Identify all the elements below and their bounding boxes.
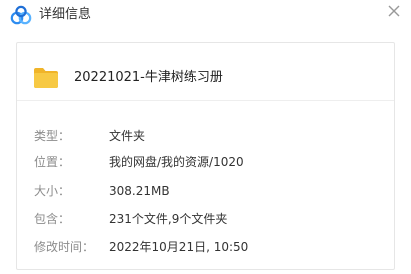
- details-panel: 20221021-牛津树练习册 类型： 文件夹 位置： 我的网盘/我的资源/10…: [16, 42, 395, 270]
- detail-value: 2022年10月21日, 10:50: [109, 240, 249, 254]
- close-icon[interactable]: [385, 2, 403, 20]
- detail-row-size: 大小： 308.21MB: [17, 182, 394, 200]
- detail-value: 231个文件,9个文件夹: [109, 212, 228, 226]
- detail-row-modified: 修改时间： 2022年10月21日, 10:50: [17, 238, 394, 256]
- detail-row-location: 位置： 我的网盘/我的资源/1020: [17, 153, 394, 171]
- folder-icon: [34, 68, 58, 88]
- detail-label: 修改时间：: [34, 240, 95, 254]
- file-header: 20221021-牛津树练习册: [17, 43, 394, 101]
- detail-value: 308.21MB: [109, 184, 170, 198]
- detail-value: 文件夹: [109, 129, 146, 143]
- detail-label: 包含：: [34, 212, 71, 226]
- folder-name: 20221021-牛津树练习册: [74, 70, 223, 85]
- detail-row-type: 类型： 文件夹: [17, 127, 394, 145]
- detail-label: 类型：: [34, 129, 71, 143]
- detail-row-contains: 包含： 231个文件,9个文件夹: [17, 210, 394, 228]
- title-bar: 详细信息: [0, 0, 411, 30]
- baidu-netdisk-logo-icon: [10, 5, 32, 25]
- detail-value: 我的网盘/我的资源/1020: [109, 155, 244, 169]
- detail-label: 大小：: [34, 184, 71, 198]
- file-details-dialog: 详细信息 20221021-牛津树练习册 类型： 文件夹 位置： 我的网盘/我的…: [0, 0, 411, 274]
- dialog-title: 详细信息: [39, 7, 92, 22]
- detail-label: 位置：: [34, 155, 71, 169]
